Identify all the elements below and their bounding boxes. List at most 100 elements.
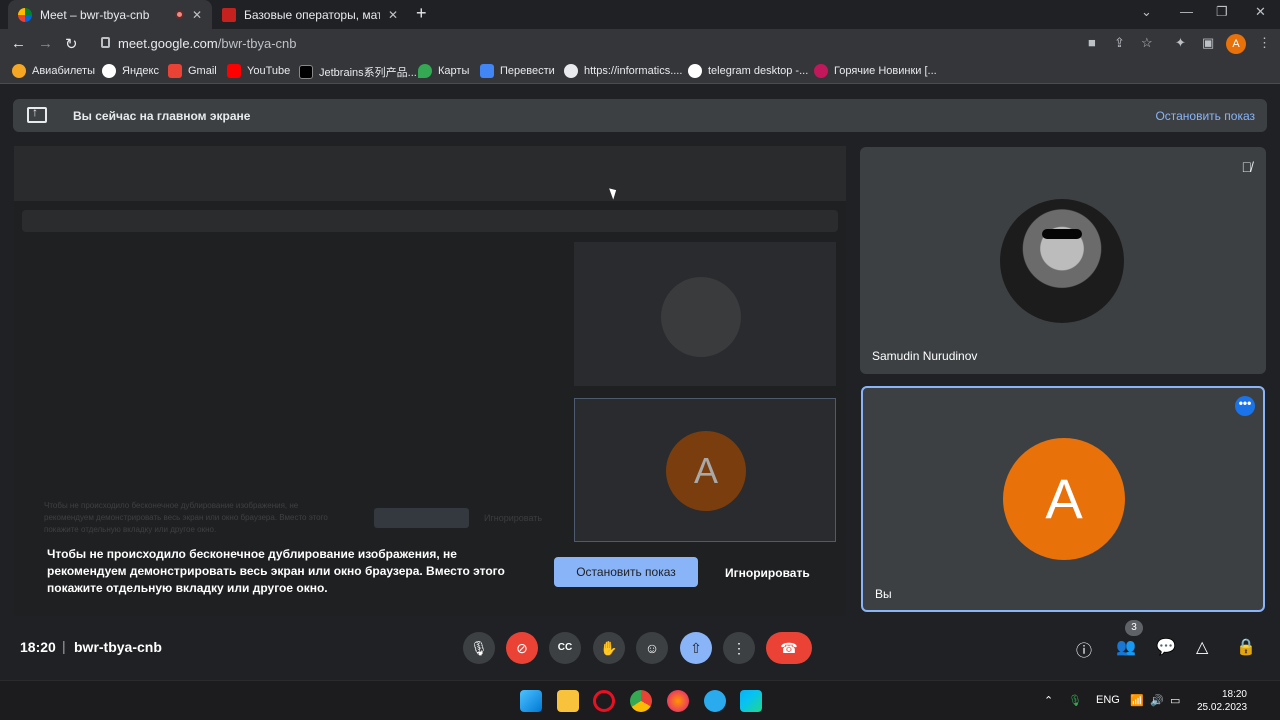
camera-in-use-icon[interactable]: ■: [1088, 35, 1096, 50]
microphone-tray-icon: 🎙: [1068, 695, 1082, 707]
preview-notice: Чтобы не происходило бесконечное дублиро…: [44, 501, 328, 534]
bookmark-star-icon[interactable]: ☆: [1141, 35, 1153, 51]
close-window-button[interactable]: ✕: [1255, 4, 1266, 20]
recording-indicator-icon: [174, 10, 184, 19]
captions-button[interactable]: CC: [549, 632, 581, 664]
preview-tile: A: [574, 398, 836, 542]
bookmark-item[interactable]: YouTube: [227, 64, 290, 78]
more-options-icon[interactable]: •••: [1235, 396, 1255, 416]
profile-avatar[interactable]: A: [1226, 34, 1246, 54]
bookmark-item[interactable]: Авиабилеты: [12, 64, 95, 78]
preview-tile: [574, 242, 836, 386]
meeting-code: bwr-tbya-cnb: [74, 639, 162, 655]
preview-button: [374, 508, 469, 528]
bookmark-item[interactable]: telegram desktop -...: [688, 64, 808, 78]
translate-icon: [480, 64, 494, 78]
bookmarks-bar: Авиабилеты Яндекс Gmail YouTube Jetbrain…: [0, 59, 1280, 84]
language-indicator[interactable]: ENG: [1096, 694, 1120, 706]
telegram-icon[interactable]: [704, 690, 726, 712]
raise-hand-button[interactable]: ✋: [593, 632, 625, 664]
file-explorer-icon[interactable]: [557, 690, 579, 712]
chat-icon[interactable]: 💬: [1156, 637, 1176, 657]
participant-count-badge: 3: [1125, 620, 1143, 636]
chrome-icon[interactable]: [630, 690, 652, 712]
bookmark-favicon-icon: [12, 64, 26, 78]
bookmark-item[interactable]: Яндекс: [102, 64, 159, 78]
google-meet-icon: [18, 7, 32, 22]
present-screen-icon: [27, 105, 47, 123]
firefox-icon[interactable]: [667, 690, 689, 712]
lock-icon: [101, 37, 110, 48]
menu-icon[interactable]: ⋮: [1258, 35, 1271, 51]
camera-off-button[interactable]: ⊘: [506, 632, 538, 664]
close-tab-icon[interactable]: ✕: [388, 8, 398, 22]
battery-icon[interactable]: ▭: [1170, 694, 1180, 707]
show-hidden-icons[interactable]: ⌃: [1044, 694, 1053, 707]
more-options-button[interactable]: ⋮: [723, 632, 755, 664]
site-favicon-icon: [222, 7, 236, 22]
bookmark-item[interactable]: Карты: [418, 64, 469, 78]
bookmark-item[interactable]: Jetbrains系列产品...: [299, 64, 417, 80]
extensions-icon[interactable]: ✦: [1175, 35, 1186, 51]
stop-sharing-button[interactable]: Остановить показ: [554, 557, 698, 587]
meeting-details-icon[interactable]: ⓘ: [1076, 637, 1092, 661]
meeting-time: 18:20: [20, 639, 56, 655]
preview-browser-chrome: [14, 146, 846, 201]
share-icon[interactable]: ⇪: [1114, 35, 1125, 51]
preview-banner: [22, 210, 838, 232]
stop-presenting-link[interactable]: Остановить показ: [1155, 109, 1255, 123]
google-icon: [688, 64, 702, 78]
recorder-icon[interactable]: [593, 690, 615, 712]
maps-icon: [418, 64, 432, 78]
preview-avatar: A: [666, 431, 746, 511]
clock-date: 25.02.2023: [1197, 702, 1248, 713]
presenting-banner: Вы сейчас на главном экране Остановить п…: [13, 99, 1267, 132]
new-tab-button[interactable]: +: [416, 3, 427, 24]
participant-avatar: [1000, 199, 1124, 323]
bookmark-item[interactable]: Перевести: [480, 64, 555, 78]
people-icon[interactable]: 👥: [1116, 637, 1136, 657]
present-screen-button[interactable]: ⇧: [680, 632, 712, 664]
gmail-icon: [168, 64, 182, 78]
tab-search-icon[interactable]: ⌄: [1141, 4, 1152, 20]
close-tab-icon[interactable]: ✕: [192, 8, 202, 22]
mic-muted-icon: 🎙̸: [1241, 159, 1253, 175]
participant-name: Samudin Nurudinov: [872, 349, 978, 363]
tab-basic-operators[interactable]: Базовые операторы, математи ✕: [212, 0, 408, 29]
preview-avatar: [661, 277, 741, 357]
reactions-button[interactable]: ☺: [636, 632, 668, 664]
participant-name: Вы: [875, 587, 892, 601]
volume-icon[interactable]: 🔊: [1150, 694, 1164, 707]
wifi-icon[interactable]: 📶: [1130, 694, 1144, 707]
preview-ignore: Игнорировать: [484, 513, 543, 523]
windows-start-icon[interactable]: [520, 690, 542, 712]
participant-tile[interactable]: 🎙̸ Samudin Nurudinov: [860, 147, 1266, 374]
activities-icon[interactable]: △: [1196, 637, 1208, 657]
tab-meet[interactable]: Meet – bwr-tbya-cnb ✕: [8, 0, 212, 29]
site-favicon-icon: [814, 64, 828, 78]
sunglasses: [1042, 229, 1082, 239]
microphone-button[interactable]: 🎙: [463, 632, 495, 664]
globe-icon: [564, 64, 578, 78]
reload-button[interactable]: ↻: [65, 35, 78, 53]
back-button[interactable]: ←: [11, 35, 26, 52]
presenting-text: Вы сейчас на главном экране: [73, 109, 251, 123]
leave-call-button[interactable]: ☎: [766, 632, 812, 664]
browser-tab-strip: Meet – bwr-tbya-cnb ✕ Базовые операторы,…: [0, 0, 1280, 29]
bookmark-item[interactable]: Gmail: [168, 64, 217, 78]
ignore-button[interactable]: Игнорировать: [725, 566, 810, 580]
system-clock[interactable]: 18:20 25.02.2023: [1197, 688, 1247, 714]
maximize-button[interactable]: ❐: [1216, 4, 1228, 20]
windows-taskbar: ⌃ 🎙 ENG 📶 🔊 ▭ 18:20 25.02.2023: [0, 680, 1280, 720]
minimize-button[interactable]: —: [1180, 4, 1193, 19]
bookmark-item[interactable]: Горячие Новинки [...: [814, 64, 937, 78]
jetbrains-icon: [299, 65, 313, 79]
bookmark-item[interactable]: https://informatics....: [564, 64, 682, 78]
forward-button[interactable]: →: [38, 35, 53, 52]
tab-title: Meet – bwr-tbya-cnb: [40, 7, 150, 22]
host-controls-icon[interactable]: 🔒: [1236, 637, 1256, 657]
webstorm-icon[interactable]: [740, 690, 762, 712]
address-bar[interactable]: meet.google.com/bwr-tbya-cnb: [90, 32, 1250, 56]
participant-tile-self[interactable]: ••• A Вы: [861, 386, 1265, 612]
side-panel-icon[interactable]: ▣: [1202, 35, 1214, 51]
